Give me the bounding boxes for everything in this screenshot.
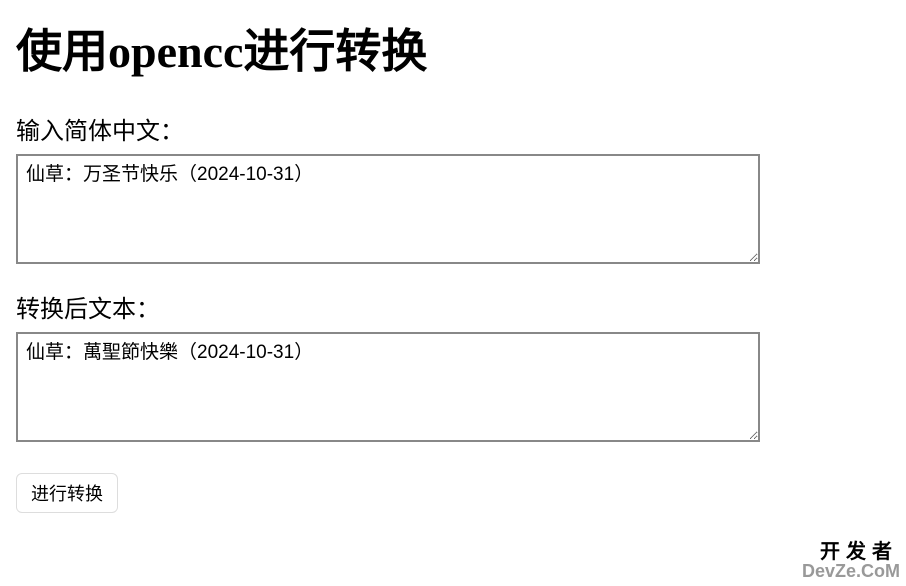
page-title: 使用opencc进行转换: [16, 24, 890, 79]
watermark: 开发者 DevZe.CoM: [802, 542, 900, 580]
input-group: 输入简体中文：: [16, 111, 890, 269]
input-label: 输入简体中文：: [16, 111, 890, 146]
output-group: 转换后文本：: [16, 289, 890, 447]
watermark-line1: 开发者: [802, 542, 900, 562]
watermark-line2: DevZe.CoM: [802, 562, 900, 580]
input-textarea[interactable]: [16, 154, 760, 264]
output-label: 转换后文本：: [16, 289, 890, 324]
output-textarea[interactable]: [16, 332, 760, 442]
convert-button[interactable]: 进行转换: [16, 473, 118, 513]
